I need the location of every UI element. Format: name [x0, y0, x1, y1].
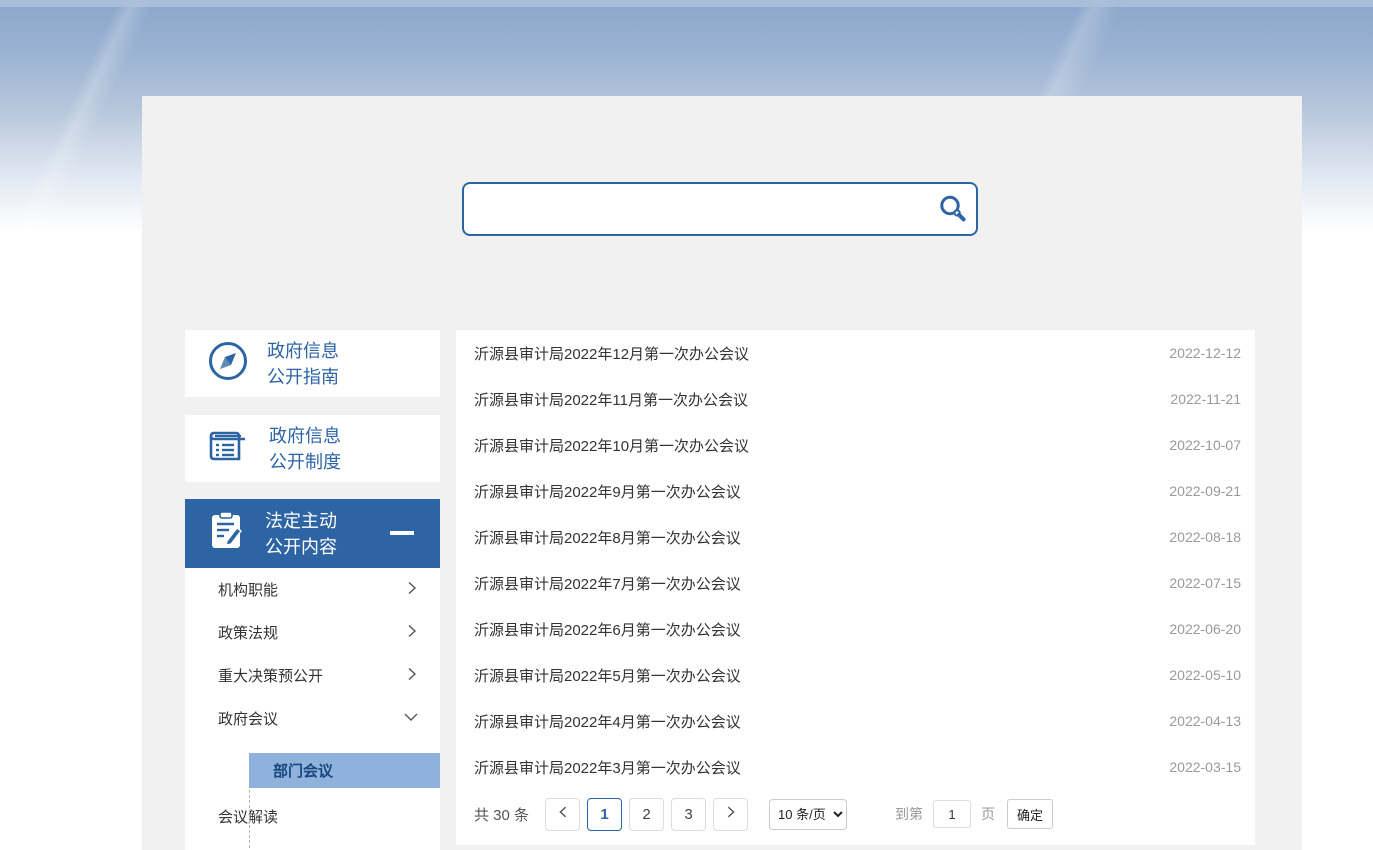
meeting-title-link[interactable]: 沂源县审计局2022年9月第一次办公会议: [474, 481, 741, 502]
meeting-date: 2022-04-13: [1169, 713, 1241, 729]
sidebar-item-dept-meetings-active[interactable]: 部门会议: [249, 753, 440, 788]
meeting-title-link[interactable]: 沂源县审计局2022年4月第一次办公会议: [474, 711, 741, 732]
goto-prefix-label: 到第: [895, 804, 923, 824]
meeting-list-panel: 沂源县审计局2022年12月第一次办公会议 2022-12-12 沂源县审计局2…: [456, 330, 1255, 845]
sidebar-item-gov-meetings[interactable]: 政府会议: [185, 697, 440, 740]
list-item: 沂源县审计局2022年10月第一次办公会议 2022-10-07: [456, 422, 1255, 468]
meeting-title-link[interactable]: 沂源县审计局2022年11月第一次办公会议: [474, 389, 748, 410]
sidebar-submenu: 机构职能 政策法规 重大决策预公开: [185, 568, 440, 850]
sidebar-item-label: 政府信息 公开指南: [267, 338, 339, 390]
list-item: 沂源县审计局2022年7月第一次办公会议 2022-07-15: [456, 560, 1255, 606]
meeting-title-link[interactable]: 沂源县审计局2022年12月第一次办公会议: [474, 343, 749, 364]
list-item: 沂源县审计局2022年9月第一次办公会议 2022-09-21: [456, 468, 1255, 514]
meeting-title-link[interactable]: 沂源县审计局2022年7月第一次办公会议: [474, 573, 741, 594]
goto-page-group: 到第 页 确定: [895, 799, 1053, 829]
collapse-minus-icon[interactable]: [390, 531, 414, 535]
total-count: 共 30 条: [474, 804, 529, 825]
menu-label: 机构职能: [218, 579, 278, 600]
list-item: 沂源县审计局2022年11月第一次办公会议 2022-11-21: [456, 376, 1255, 422]
chevron-right-icon: [724, 805, 738, 823]
sidebar-item-org-functions[interactable]: 机构职能: [185, 568, 440, 611]
list-item: 沂源县审计局2022年12月第一次办公会议 2022-12-12: [456, 330, 1255, 376]
main-panel: 政府信息 公开指南: [142, 96, 1302, 850]
meeting-date: 2022-03-15: [1169, 759, 1241, 775]
prev-page-button[interactable]: [545, 798, 580, 831]
meeting-date: 2022-08-18: [1169, 529, 1241, 545]
list-item: 沂源县审计局2022年3月第一次办公会议 2022-03-15: [456, 744, 1255, 790]
search-button[interactable]: [928, 184, 976, 234]
chevron-right-icon: [404, 666, 420, 686]
confirm-button[interactable]: 确定: [1007, 799, 1053, 829]
goto-suffix-label: 页: [981, 804, 995, 824]
chevron-down-icon: [402, 709, 420, 729]
meeting-title-link[interactable]: 沂源县审计局2022年5月第一次办公会议: [474, 665, 741, 686]
page-size-select[interactable]: 10 条/页: [769, 799, 847, 830]
meeting-date: 2022-11-21: [1170, 391, 1241, 407]
meeting-date: 2022-09-21: [1169, 483, 1241, 499]
chevron-left-icon: [556, 805, 570, 823]
list-item: 沂源县审计局2022年8月第一次办公会议 2022-08-18: [456, 514, 1255, 560]
sidebar-item-gov-info-system[interactable]: 政府信息 公开制度: [185, 415, 440, 482]
next-page-button[interactable]: [713, 798, 748, 831]
search-box: [462, 182, 978, 236]
compass-icon: [207, 340, 249, 387]
list-item: 沂源县审计局2022年4月第一次办公会议 2022-04-13: [456, 698, 1255, 744]
tree-connector-horizontal: [249, 814, 262, 815]
list-item: 沂源县审计局2022年5月第一次办公会议 2022-05-10: [456, 652, 1255, 698]
sidebar-item-policies[interactable]: 政策法规: [185, 611, 440, 654]
page-button-1[interactable]: 1: [587, 798, 622, 831]
clipboard-pencil-icon: [207, 509, 247, 558]
page-button-3[interactable]: 3: [671, 798, 706, 831]
sidebar-section-label: 法定主动 公开内容: [265, 508, 337, 560]
chevron-right-icon: [404, 580, 420, 600]
sidebar-item-major-decisions[interactable]: 重大决策预公开: [185, 654, 440, 697]
search-input[interactable]: [464, 184, 928, 234]
sidebar-item-meeting-interpretation[interactable]: 会议解读: [185, 796, 440, 836]
page-button-2[interactable]: 2: [629, 798, 664, 831]
meeting-date: 2022-05-10: [1169, 667, 1241, 683]
meeting-date: 2022-10-07: [1169, 437, 1241, 453]
magnifier-icon: [937, 193, 967, 226]
sidebar: 政府信息 公开指南: [185, 330, 440, 850]
sidebar-item-label: 政府信息 公开制度: [269, 423, 341, 475]
menu-label: 政府会议: [218, 708, 278, 729]
meeting-date: 2022-06-20: [1169, 621, 1241, 637]
top-banner-stripe: [0, 0, 1373, 7]
page: 政府信息 公开指南: [0, 0, 1373, 850]
menu-label: 政策法规: [218, 622, 278, 643]
sidebar-item-gov-info-guide[interactable]: 政府信息 公开指南: [185, 330, 440, 397]
sidebar-section-legal-disclosure[interactable]: 法定主动 公开内容: [185, 499, 440, 568]
tree-connector-vertical: [249, 790, 250, 848]
goto-page-input[interactable]: [933, 800, 971, 828]
meeting-title-link[interactable]: 沂源县审计局2022年6月第一次办公会议: [474, 619, 741, 640]
meeting-title-link[interactable]: 沂源县审计局2022年8月第一次办公会议: [474, 527, 741, 548]
chevron-right-icon: [404, 623, 420, 643]
pagination: 共 30 条 1 2 3 10 条/页 到第: [456, 789, 1255, 839]
meeting-date: 2022-12-12: [1169, 345, 1241, 361]
meeting-title-link[interactable]: 沂源县审计局2022年10月第一次办公会议: [474, 435, 749, 456]
meeting-list: 沂源县审计局2022年12月第一次办公会议 2022-12-12 沂源县审计局2…: [456, 330, 1255, 790]
menu-label: 重大决策预公开: [218, 665, 323, 686]
notebook-icon: [207, 425, 251, 472]
meeting-title-link[interactable]: 沂源县审计局2022年3月第一次办公会议: [474, 757, 741, 778]
list-item: 沂源县审计局2022年6月第一次办公会议 2022-06-20: [456, 606, 1255, 652]
meeting-date: 2022-07-15: [1169, 575, 1241, 591]
